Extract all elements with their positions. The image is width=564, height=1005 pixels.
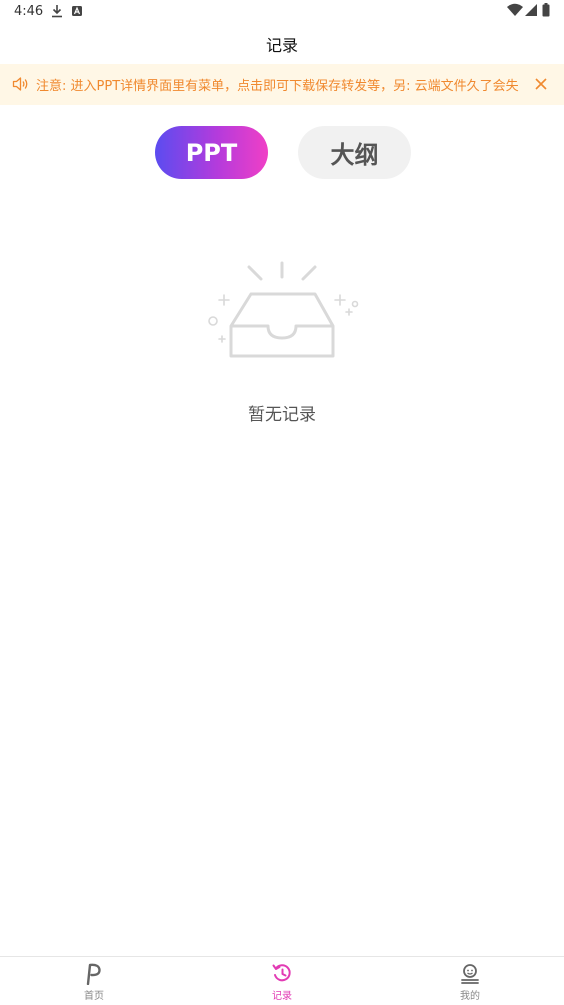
close-icon[interactable] [534, 77, 548, 91]
bottom-nav: 首页 记录 我的 [0, 956, 564, 1005]
status-time: 4:46 [14, 4, 44, 19]
nav-label-profile: 我的 [460, 991, 480, 1002]
page-title: 记录 [265, 36, 298, 55]
wifi-icon [507, 3, 523, 16]
empty-box-icon [208, 261, 359, 358]
nav-item-home[interactable]: 首页 [0, 957, 188, 1005]
nav-label-history: 记录 [272, 991, 292, 1002]
notice-banner: 注意: 进入PPT详情界面里有菜单，点击即可下载保存转发等，另: 云端文件久了会… [0, 64, 564, 105]
empty-state-text: 暂无记录 [248, 405, 316, 425]
download-icon [52, 5, 62, 18]
signal-icon [525, 4, 537, 16]
battery-icon [542, 3, 550, 17]
tab-outline[interactable]: 大纲 [298, 126, 411, 179]
history-icon [272, 964, 291, 982]
notice-text: 注意: 进入PPT详情界面里有菜单，点击即可下载保存转发等，另: 云端文件久了会… [36, 79, 519, 94]
app-a-icon [72, 6, 82, 16]
tab-ppt[interactable]: PPT [155, 126, 268, 179]
home-p-icon [86, 963, 101, 985]
nav-item-history[interactable]: 记录 [188, 957, 376, 1005]
speaker-icon [12, 77, 28, 91]
nav-item-profile[interactable]: 我的 [376, 957, 564, 1005]
status-bar: 4:46 [0, 0, 564, 24]
profile-icon [461, 964, 479, 984]
nav-label-home: 首页 [84, 991, 104, 1002]
